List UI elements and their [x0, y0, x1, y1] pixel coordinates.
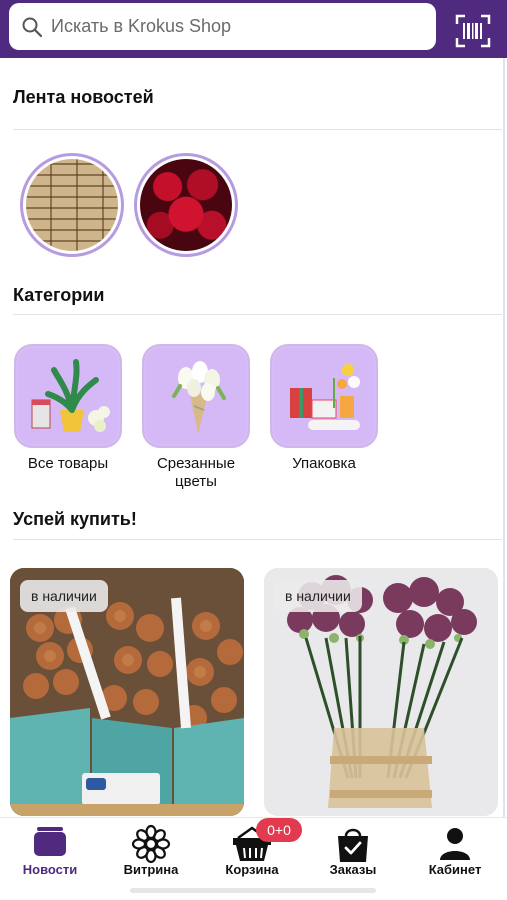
packaging-gifts-icon: [290, 364, 360, 430]
category-label: Все товары: [27, 455, 109, 472]
nav-label: Заказы: [329, 862, 377, 877]
home-indicator[interactable]: [130, 888, 376, 893]
product-card[interactable]: в наличии: [264, 568, 498, 816]
cart-count-badge: 0+0: [256, 818, 302, 842]
story-image-boxes: [26, 159, 118, 251]
story-roses[interactable]: [134, 153, 238, 257]
scroll-edge: [503, 58, 505, 818]
availability-badge: в наличии: [274, 580, 362, 612]
flower-icon: [131, 824, 171, 864]
top-bar: Искать в Krokus Shop: [0, 0, 507, 58]
plant-gifts-icon: [31, 359, 110, 432]
nav-account[interactable]: Кабинет: [405, 818, 505, 900]
category-label: Срезанные цветы: [156, 455, 236, 490]
category-label: Упаковка: [292, 455, 356, 472]
barcode-scan-icon[interactable]: [455, 14, 491, 48]
orders-bag-icon: [338, 828, 368, 862]
bouquet-icon: [172, 361, 226, 434]
section-title-hurry: Успей купить!: [13, 509, 137, 529]
story-image-roses: [140, 159, 232, 251]
category-packaging[interactable]: [270, 344, 378, 448]
person-icon: [440, 828, 470, 860]
search-bar[interactable]: Искать в Krokus Shop: [9, 3, 436, 50]
divider: [13, 314, 502, 315]
search-placeholder: Искать в Krokus Shop: [51, 16, 232, 36]
nav-label: Новости: [22, 862, 78, 877]
category-cut-flowers[interactable]: [142, 344, 250, 448]
divider: [13, 539, 502, 540]
nav-news[interactable]: Новости: [0, 818, 100, 900]
product-card[interactable]: в наличии: [10, 568, 244, 816]
divider: [13, 129, 502, 130]
story-boxes[interactable]: [20, 153, 124, 257]
category-all-products[interactable]: [14, 344, 122, 448]
nav-label: Витрина: [123, 862, 179, 877]
section-title-categories: Категории: [13, 285, 105, 305]
nav-label: Корзина: [225, 862, 279, 877]
nav-label: Кабинет: [428, 862, 482, 877]
availability-badge: в наличии: [20, 580, 108, 612]
section-title-news: Лента новостей: [13, 87, 154, 107]
search-icon: [22, 17, 43, 37]
news-icon: [34, 827, 66, 856]
